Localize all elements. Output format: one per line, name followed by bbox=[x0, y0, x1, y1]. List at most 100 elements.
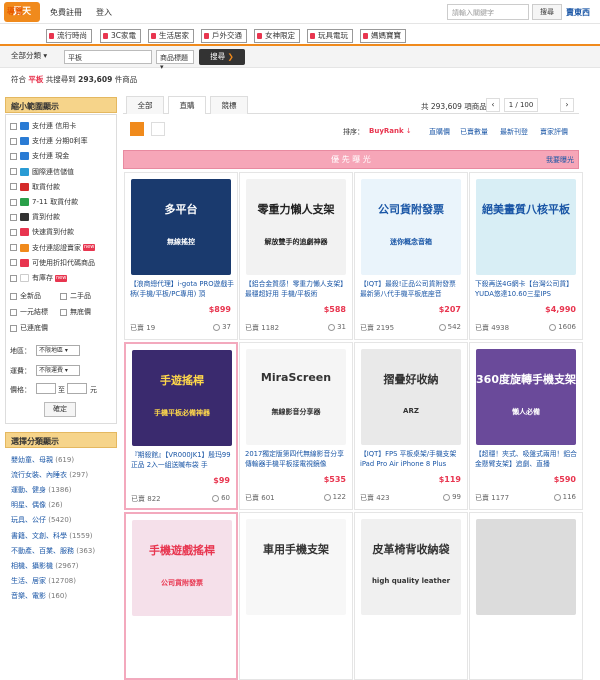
product-card[interactable] bbox=[469, 512, 583, 680]
product-image[interactable]: 多平台 無線搖控 bbox=[131, 179, 231, 275]
top-search-button[interactable]: 搜尋 bbox=[532, 4, 562, 20]
product-likes[interactable]: 37 bbox=[213, 323, 231, 331]
checkbox[interactable] bbox=[10, 274, 17, 282]
nav-tab-3c[interactable]: 3C家電 bbox=[100, 29, 142, 43]
product-title[interactable]: 【IQT】FPS 平板桌架/手機支架 iPad Pro Air iPhone 8… bbox=[360, 449, 464, 471]
next-page-button[interactable]: › bbox=[560, 98, 574, 112]
product-image[interactable]: 360度旋轉手機支架 懶人必備 bbox=[476, 349, 576, 445]
filter-submit-button[interactable]: 確定 bbox=[44, 402, 76, 417]
payment-filter-item[interactable]: 支付連認證賣家 new bbox=[10, 242, 96, 254]
category-item[interactable]: 音樂、電影 (160) bbox=[11, 591, 67, 601]
prev-page-button[interactable]: ‹ bbox=[486, 98, 500, 112]
heart-icon[interactable] bbox=[553, 493, 561, 501]
checkbox[interactable] bbox=[10, 292, 17, 300]
category-item[interactable]: 嬰幼童、母親 (619) bbox=[11, 455, 74, 465]
search-input[interactable]: 平板 bbox=[64, 50, 152, 64]
category-item[interactable]: 玩具、公仔 (5420) bbox=[11, 515, 72, 525]
checkbox[interactable] bbox=[60, 292, 67, 300]
product-card[interactable]: 絕美畫質八核平板 下殺再送4G網卡【台灣公司貨】YUDA悠達10.60三星IPS $… bbox=[469, 172, 583, 340]
product-title[interactable]: 【鋁合金質感！零重力懶人支架】最穩超好用 手機/平板術 bbox=[245, 279, 349, 301]
product-card[interactable]: 皮革椅背收納袋 high quality leather bbox=[354, 512, 468, 680]
product-title[interactable]: 【超穩！夾式、吸盤式兩用！鋁合金懸臂支架】追劇、直播 bbox=[475, 449, 579, 471]
product-image[interactable]: 摺疊好收納 ARZ bbox=[361, 349, 461, 445]
payment-filter-item[interactable]: 支付連 現金 bbox=[10, 150, 69, 162]
sort-price[interactable]: 直購價 bbox=[429, 127, 450, 137]
category-item[interactable]: 不動產、百業、服務 (363) bbox=[11, 546, 95, 556]
nav-tab-outdoor[interactable]: 戶外交通 bbox=[201, 29, 247, 43]
condition-reserve-met[interactable]: 已連底價 bbox=[10, 323, 48, 333]
product-title[interactable]: 『期殺館』【VR000JK1】殷玛99 正品 2入一組送贓布袋 手 bbox=[131, 450, 235, 472]
checkbox[interactable] bbox=[10, 308, 17, 316]
product-card[interactable]: 摺疊好收納 ARZ 【IQT】FPS 平板桌架/手機支架 iPad Pro Air … bbox=[354, 342, 468, 510]
login-link[interactable]: 登入 bbox=[96, 7, 112, 18]
product-title[interactable]: 下殺再送4G網卡【台灣公司貨】YUDA悠達10.60三星IPS bbox=[475, 279, 579, 301]
product-image[interactable]: 手遊搖桿 手機平板必備神器 bbox=[132, 350, 232, 446]
heart-icon[interactable] bbox=[323, 493, 331, 501]
category-item[interactable]: 明星、偶像 (26) bbox=[11, 500, 63, 510]
nav-tab-toys[interactable]: 玩具電玩 bbox=[307, 29, 353, 43]
tab-all[interactable]: 全部 bbox=[126, 96, 164, 114]
region-select[interactable]: 不限地區 ▾ bbox=[36, 345, 80, 356]
grid-view-icon[interactable] bbox=[130, 122, 144, 136]
product-image[interactable]: 絕美畫質八核平板 bbox=[476, 179, 576, 275]
price-max-input[interactable] bbox=[67, 383, 87, 394]
sort-rating[interactable]: 賣家評價 bbox=[540, 127, 568, 137]
product-card[interactable]: MiraScreen 無線影音分享器 2017獨定版第四代無線影音分享傳輸器手機平板… bbox=[239, 342, 353, 510]
product-likes[interactable]: 116 bbox=[553, 493, 576, 501]
checkbox[interactable] bbox=[10, 198, 17, 206]
checkbox[interactable] bbox=[60, 308, 67, 316]
payment-filter-item[interactable]: 貨到付款 bbox=[10, 211, 60, 223]
product-card[interactable]: 多平台 無線搖控【浪商總代理】i-gota PRO遊戲手柄(手機/平板/PC專用)… bbox=[124, 172, 238, 340]
product-image[interactable]: 手機遊戲搖桿 公司貨附發票 bbox=[132, 520, 232, 616]
heart-icon[interactable] bbox=[213, 323, 221, 331]
product-card[interactable]: 手遊搖桿 手機平板必備神器『期殺館』【VR000JK1】殷玛99 正品 2入一組送… bbox=[124, 342, 238, 510]
product-image[interactable]: 皮革椅背收納袋 high quality leather bbox=[361, 519, 461, 615]
checkbox[interactable] bbox=[10, 183, 17, 191]
checkbox[interactable] bbox=[10, 259, 17, 267]
condition-used[interactable]: 二手品 bbox=[60, 291, 91, 301]
product-image[interactable]: 車用手機支架 bbox=[246, 519, 346, 615]
checkbox[interactable] bbox=[10, 152, 17, 160]
condition-one-dollar[interactable]: 一元結標 bbox=[10, 307, 48, 317]
list-view-icon[interactable] bbox=[151, 122, 165, 136]
heart-icon[interactable] bbox=[443, 493, 451, 501]
search-button[interactable]: 搜尋 ❯ bbox=[199, 49, 245, 65]
checkbox[interactable] bbox=[10, 137, 17, 145]
payment-filter-item[interactable]: 可使用折扣代碼商品 bbox=[10, 257, 95, 269]
payment-filter-item[interactable]: 快速貨到付款 bbox=[10, 226, 74, 238]
sort-sold[interactable]: 已賣數量 bbox=[460, 127, 488, 137]
checkbox[interactable] bbox=[10, 324, 17, 332]
price-min-input[interactable] bbox=[36, 383, 56, 394]
product-likes[interactable]: 31 bbox=[328, 323, 346, 331]
payment-filter-item[interactable]: 取貨付款 bbox=[10, 181, 60, 193]
category-item[interactable]: 運動、健身 (1386) bbox=[11, 485, 72, 495]
category-item[interactable]: 生活、居家 (12708) bbox=[11, 576, 76, 586]
product-image[interactable] bbox=[476, 519, 576, 615]
product-title[interactable]: 【浪商總代理】i-gota PRO遊戲手柄(手機/平板/PC專用) 頂 bbox=[130, 279, 234, 301]
nav-tab-home[interactable]: 生活居家 bbox=[148, 29, 194, 43]
product-card[interactable]: 360度旋轉手機支架 懶人必備【超穩！夾式、吸盤式兩用！鋁合金懸臂支架】追劇、直播… bbox=[469, 342, 583, 510]
sell-link[interactable]: 賣東西 bbox=[566, 7, 590, 18]
top-search-input[interactable]: 請輸入關鍵字 bbox=[447, 4, 529, 20]
product-title[interactable]: 2017獨定版第四代無線影音分享傳輸器手機平板接電視鏡像 bbox=[245, 449, 349, 471]
checkbox[interactable] bbox=[10, 168, 17, 176]
heart-icon[interactable] bbox=[549, 323, 557, 331]
category-item[interactable]: 書籍、文創、科學 (1559) bbox=[11, 531, 93, 541]
payment-filter-item[interactable]: 有庫存 new bbox=[10, 272, 68, 284]
nav-tab-fashion[interactable]: 流行時尚 bbox=[46, 29, 92, 43]
condition-no-reserve[interactable]: 無底價 bbox=[60, 307, 91, 317]
product-likes[interactable]: 99 bbox=[443, 493, 461, 501]
sort-newest[interactable]: 最新刊登 bbox=[500, 127, 528, 137]
checkbox[interactable] bbox=[10, 122, 17, 130]
heart-icon[interactable] bbox=[212, 494, 220, 502]
product-likes[interactable]: 542 bbox=[438, 323, 461, 331]
heart-icon[interactable] bbox=[328, 323, 336, 331]
product-likes[interactable]: 122 bbox=[323, 493, 346, 501]
product-card[interactable]: 手機遊戲搖桿 公司貨附發票 bbox=[124, 512, 238, 680]
product-image[interactable]: 零重力懶人支架 解放雙手的追劇神器 bbox=[246, 179, 346, 275]
tab-buy-now[interactable]: 直購 bbox=[168, 96, 206, 114]
nav-tab-baby[interactable]: 媽媽寶寶 bbox=[360, 29, 406, 43]
payment-filter-item[interactable]: 國際連信儲值 bbox=[10, 166, 74, 178]
category-item[interactable]: 流行女裝、內睡衣 (297) bbox=[11, 470, 88, 480]
product-likes[interactable]: 1606 bbox=[549, 323, 576, 331]
